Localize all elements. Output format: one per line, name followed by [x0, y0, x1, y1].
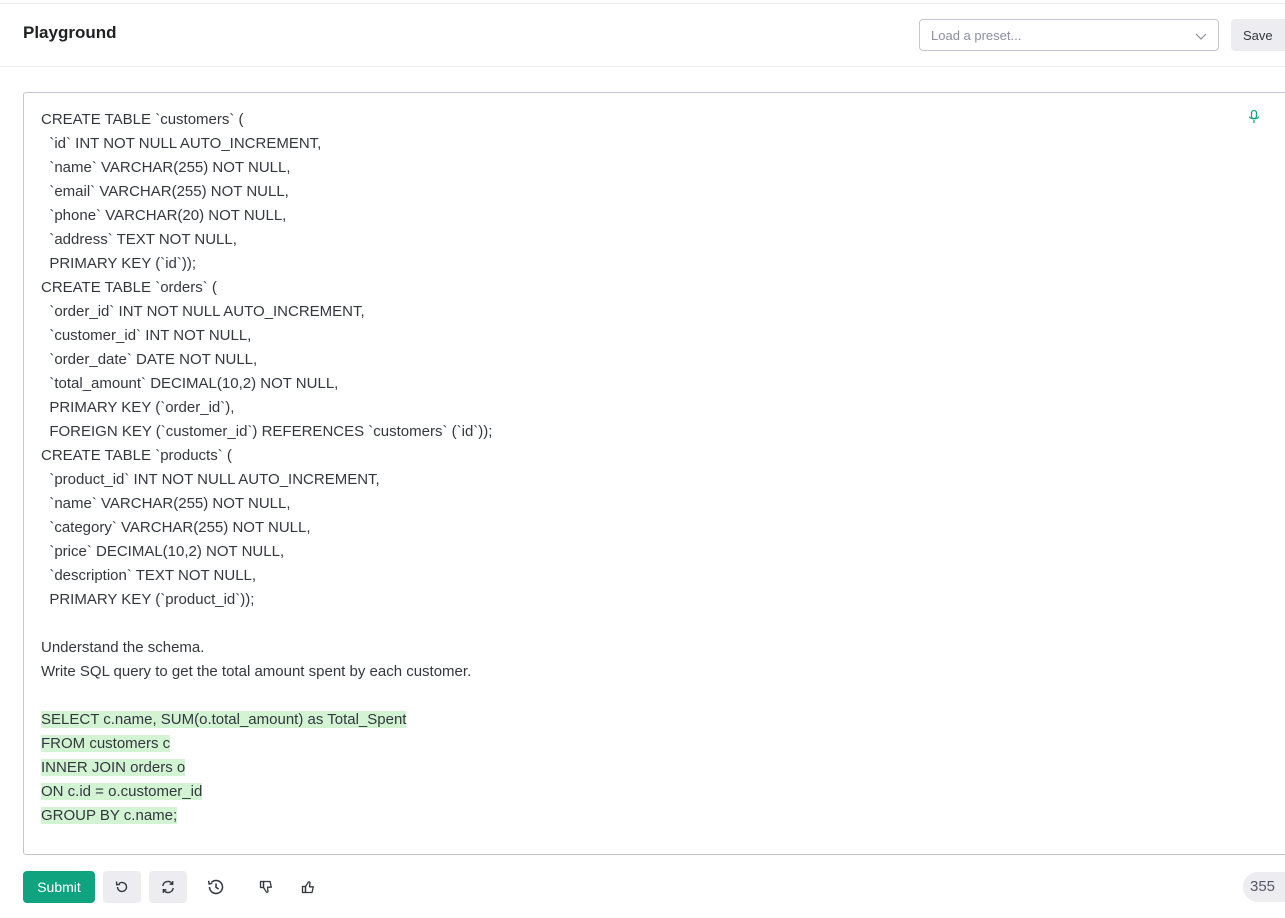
completion-text: GROUP BY c.name; — [41, 807, 178, 824]
thumbs-up-icon — [301, 881, 314, 894]
page-title: Playground — [23, 23, 117, 42]
prompt-text: `description` TEXT NOT NULL, — [41, 567, 257, 584]
prompt-text: `id` INT NOT NULL AUTO_INCREMENT, — [41, 135, 322, 152]
prompt-text: `name` VARCHAR(255) NOT NULL, — [41, 495, 291, 512]
completion-text: FROM customers c — [41, 735, 171, 752]
prompt-text: `category` VARCHAR(255) NOT NULL, — [41, 519, 311, 536]
preset-select[interactable]: Load a preset... — [919, 19, 1219, 51]
editor-line: `total_amount` DECIMAL(10,2) NOT NULL, — [41, 372, 1241, 396]
prompt-text: `total_amount` DECIMAL(10,2) NOT NULL, — [41, 375, 339, 392]
save-button[interactable]: Save — [1231, 19, 1285, 51]
completion-text: ON c.id = o.customer_id — [41, 783, 203, 800]
editor-text[interactable]: CREATE TABLE `customers` ( `id` INT NOT … — [41, 108, 1241, 828]
thumbs-down-icon — [259, 880, 272, 893]
submit-button[interactable]: Submit — [23, 871, 95, 903]
prompt-text: CREATE TABLE `customers` ( — [41, 111, 244, 128]
prompt-text: `phone` VARCHAR(20) NOT NULL, — [41, 207, 287, 224]
history-button[interactable] — [197, 871, 235, 903]
prompt-text: `product_id` INT NOT NULL AUTO_INCREMENT… — [41, 471, 380, 488]
editor-line: CREATE TABLE `customers` ( — [41, 108, 1241, 132]
regenerate-icon — [162, 880, 174, 894]
editor-line: `name` VARCHAR(255) NOT NULL, — [41, 492, 1241, 516]
prompt-text: PRIMARY KEY (`order_id`), — [41, 399, 235, 416]
editor-line: INNER JOIN orders o — [41, 756, 1241, 780]
editor-line: GROUP BY c.name; — [41, 804, 1241, 828]
editor-line: PRIMARY KEY (`id`)); — [41, 252, 1241, 276]
prompt-text: PRIMARY KEY (`id`)); — [41, 255, 197, 272]
editor-line: `order_date` DATE NOT NULL, — [41, 348, 1241, 372]
editor-line: `id` INT NOT NULL AUTO_INCREMENT, — [41, 132, 1241, 156]
regenerate-button[interactable] — [149, 871, 187, 903]
prompt-text: `price` DECIMAL(10,2) NOT NULL, — [41, 543, 285, 560]
editor-line: `price` DECIMAL(10,2) NOT NULL, — [41, 540, 1241, 564]
editor-line: `phone` VARCHAR(20) NOT NULL, — [41, 204, 1241, 228]
editor-line: SELECT c.name, SUM(o.total_amount) as To… — [41, 708, 1241, 732]
prompt-text: CREATE TABLE `orders` ( — [41, 279, 217, 296]
editor-line: FROM customers c — [41, 732, 1241, 756]
chevron-down-icon — [1195, 33, 1207, 40]
prompt-text: CREATE TABLE `products` ( — [41, 447, 232, 464]
undo-button[interactable] — [103, 871, 141, 903]
editor-line: CREATE TABLE `products` ( — [41, 444, 1241, 468]
prompt-text: FOREIGN KEY (`customer_id`) REFERENCES `… — [41, 423, 493, 440]
editor-line: Write SQL query to get the total amount … — [41, 660, 1241, 684]
prompt-text: Understand the schema. — [41, 639, 205, 656]
microphone-icon[interactable] — [1246, 109, 1262, 125]
editor-line: `product_id` INT NOT NULL AUTO_INCREMENT… — [41, 468, 1241, 492]
header: Playground Load a preset... Save — [0, 3, 1285, 67]
editor-line: CREATE TABLE `orders` ( — [41, 276, 1241, 300]
editor-line: `email` VARCHAR(255) NOT NULL, — [41, 180, 1241, 204]
prompt-text: PRIMARY KEY (`product_id`)); — [41, 591, 255, 608]
prompt-editor[interactable]: CREATE TABLE `customers` ( `id` INT NOT … — [23, 92, 1285, 855]
thumbs-up-button[interactable] — [289, 871, 327, 903]
editor-line: PRIMARY KEY (`product_id`)); — [41, 588, 1241, 612]
editor-line: `category` VARCHAR(255) NOT NULL, — [41, 516, 1241, 540]
prompt-text: `customer_id` INT NOT NULL, — [41, 327, 252, 344]
prompt-text: `name` VARCHAR(255) NOT NULL, — [41, 159, 291, 176]
action-bar: Submit 355 — [0, 871, 1285, 903]
editor-line: `customer_id` INT NOT NULL, — [41, 324, 1241, 348]
editor-line: `order_id` INT NOT NULL AUTO_INCREMENT, — [41, 300, 1241, 324]
editor-line: `name` VARCHAR(255) NOT NULL, — [41, 156, 1241, 180]
history-icon — [207, 879, 224, 895]
completion-text: SELECT c.name, SUM(o.total_amount) as To… — [41, 711, 407, 728]
undo-icon — [115, 881, 128, 893]
prompt-text: `order_id` INT NOT NULL AUTO_INCREMENT, — [41, 303, 365, 320]
prompt-text: `email` VARCHAR(255) NOT NULL, — [41, 183, 289, 200]
completion-text: INNER JOIN orders o — [41, 759, 186, 776]
token-count: 355 — [1243, 872, 1285, 902]
editor-line: Understand the schema. — [41, 636, 1241, 660]
prompt-text: `address` TEXT NOT NULL, — [41, 231, 237, 248]
editor-line: ON c.id = o.customer_id — [41, 780, 1241, 804]
prompt-text: `order_date` DATE NOT NULL, — [41, 351, 258, 368]
editor-line: `address` TEXT NOT NULL, — [41, 228, 1241, 252]
preset-placeholder: Load a preset... — [931, 28, 1022, 43]
editor-line: `description` TEXT NOT NULL, — [41, 564, 1241, 588]
editor-line: PRIMARY KEY (`order_id`), — [41, 396, 1241, 420]
editor-line: FOREIGN KEY (`customer_id`) REFERENCES `… — [41, 420, 1241, 444]
prompt-text: Write SQL query to get the total amount … — [41, 663, 472, 680]
thumbs-down-button[interactable] — [247, 871, 285, 903]
